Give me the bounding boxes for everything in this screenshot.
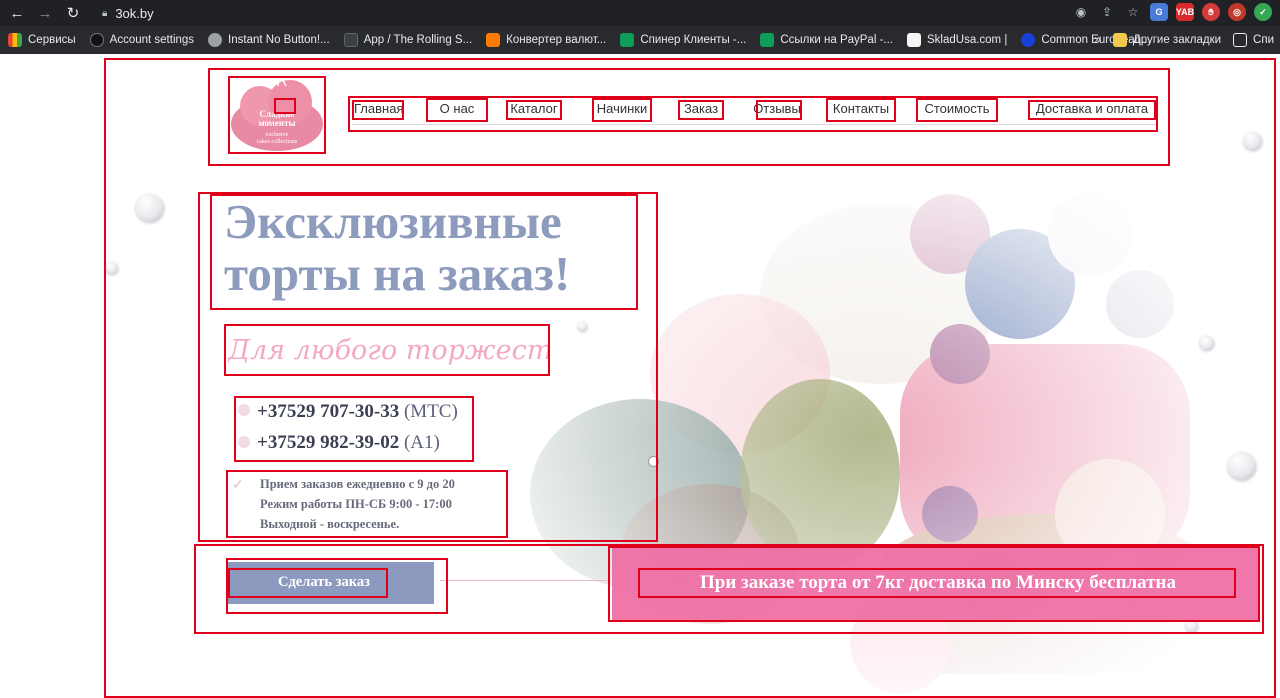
sheets-icon [620, 33, 635, 47]
bookmark-spinner-clients[interactable]: Спинер Клиенты -... [620, 33, 746, 47]
translate-extension-icon[interactable]: G [1150, 3, 1168, 21]
annotation-box-order-button [228, 568, 388, 598]
back-arrow-icon[interactable]: ← [6, 2, 28, 24]
annotation-box-logo-icon [274, 98, 296, 114]
reading-list-icon [1233, 33, 1248, 47]
yab-label: YAB [1175, 7, 1195, 17]
bookmark-label: Ссылки на PayPal -... [780, 34, 893, 46]
browser-toolbar: ← → ↻ 🔒︎ 3ok.by ◉ ⇪ ☆ G YAB ✋︎ ◎ ✓ [0, 0, 1280, 26]
annotation-box-hours [226, 470, 508, 538]
bookmark-label: Account settings [109, 34, 195, 46]
eye-off-icon[interactable]: ◉ [1072, 3, 1090, 21]
bookmark-label: Сервисы [28, 34, 76, 46]
app-icon [343, 33, 358, 47]
bookmarks-bar: Сервисы Account settings Instant No Butt… [0, 26, 1280, 54]
bookmark-label: Конвертер валют... [506, 34, 607, 46]
toolbar-icons: ◉ ⇪ ☆ G YAB ✋︎ ◎ ✓ [1072, 3, 1272, 21]
url-text: 3ok.by [115, 5, 154, 21]
annotation-box-headline [210, 194, 638, 310]
bookmark-label: App / The Rolling S... [363, 34, 473, 46]
eu-icon [1021, 33, 1036, 47]
lock-icon: 🔒︎ [102, 7, 108, 19]
globe-icon [208, 33, 223, 47]
annotation-box-menu-item [826, 98, 896, 122]
forward-arrow-icon[interactable]: → [34, 2, 56, 24]
bookmark-rolling-app[interactable]: App / The Rolling S... [343, 33, 473, 47]
apps-grid-icon [8, 33, 22, 47]
sheets-icon [760, 33, 775, 47]
annotation-box-menu-item [352, 100, 404, 120]
annotation-box-menu-item [592, 98, 652, 122]
bookmark-account-settings[interactable]: Account settings [89, 33, 195, 47]
address-bar[interactable]: 🔒︎ 3ok.by [92, 2, 1144, 24]
bookmark-paypal-links[interactable]: Ссылки на PayPal -... [760, 33, 893, 47]
target-extension-icon[interactable]: ◎ [1228, 3, 1246, 21]
annotation-box-menu-item [916, 98, 998, 122]
annotation-box-phones [234, 396, 474, 462]
bookmarks-right: » Другие закладки Спи [1095, 26, 1280, 54]
share-icon[interactable]: ⇪ [1098, 3, 1116, 21]
bookmark-skladusa[interactable]: SkladUsa.com | [907, 33, 1007, 47]
github-icon [89, 33, 104, 47]
annotation-box-promo-text [638, 568, 1236, 598]
web-page: Сладкие моменты exclusive cakes collecti… [0, 54, 1280, 698]
annotation-box-menu-item [1028, 100, 1156, 120]
star-icon[interactable]: ☆ [1124, 3, 1142, 21]
more-bookmarks-chevron-icon[interactable]: » [1095, 34, 1101, 46]
bookmark-label: Instant No Button!... [228, 34, 330, 46]
currency-icon [486, 33, 501, 47]
annotation-box-tagline [224, 324, 550, 376]
annotation-box-menu-item [426, 98, 488, 122]
annotation-box-menu-item [506, 100, 562, 120]
bookmark-label: SkladUsa.com | [927, 34, 1008, 46]
bookmark-currency-converter[interactable]: Конвертер валют... [486, 33, 606, 47]
bookmark-services[interactable]: Сервисы [8, 33, 76, 47]
check-extension-icon[interactable]: ✓ [1254, 3, 1272, 21]
annotation-box-menu-item [756, 100, 802, 120]
yab-extension-icon[interactable]: YAB [1176, 3, 1194, 21]
site-favicon-icon [907, 33, 921, 47]
reading-list-label: Спи [1253, 34, 1274, 46]
reload-icon[interactable]: ↻ [62, 2, 84, 24]
bookmark-label: Спинер Клиенты -... [640, 34, 747, 46]
reading-list[interactable]: Спи [1233, 33, 1274, 47]
folder-icon [1112, 33, 1127, 47]
hand-extension-icon[interactable]: ✋︎ [1202, 3, 1220, 21]
bookmark-instant-no-button[interactable]: Instant No Button!... [208, 33, 330, 47]
other-bookmarks-label: Другие закладки [1132, 34, 1222, 46]
annotation-box-logo [228, 76, 326, 154]
annotation-box-menu-item [678, 100, 724, 120]
other-bookmarks-folder[interactable]: Другие закладки [1112, 33, 1222, 47]
